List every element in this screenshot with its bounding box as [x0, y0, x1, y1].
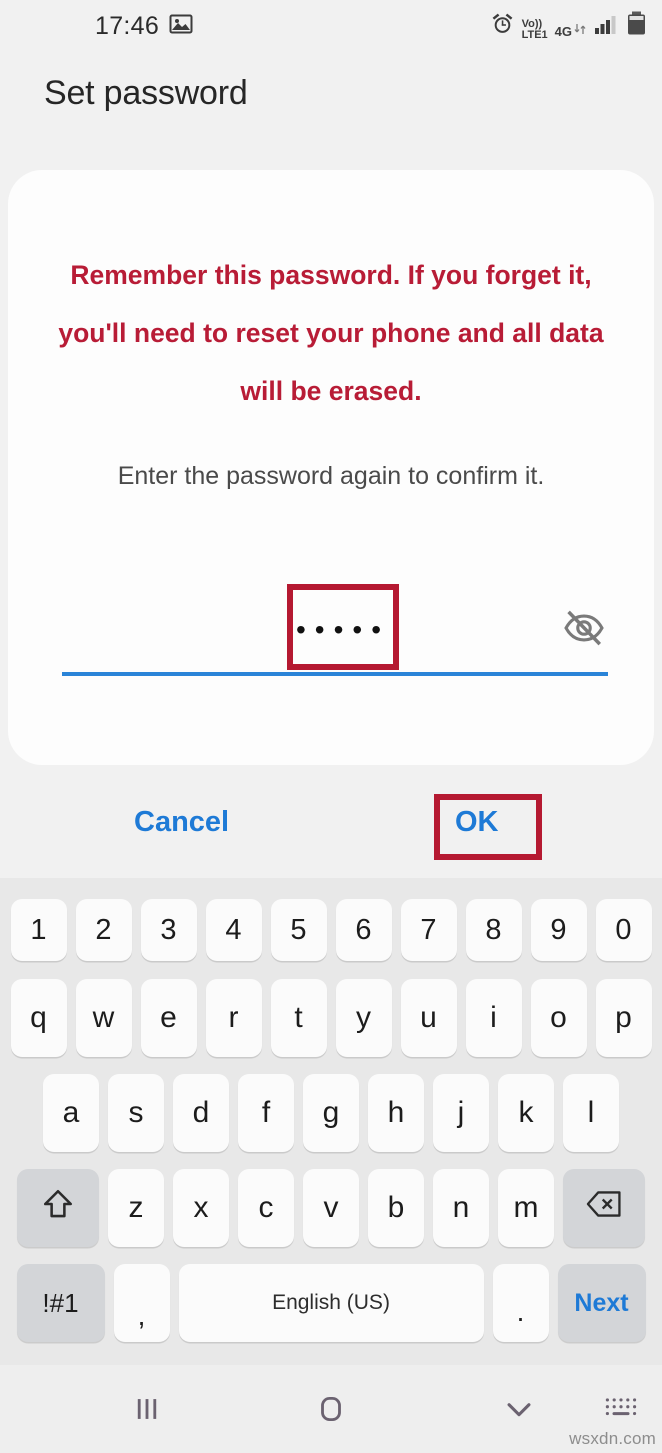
period-key[interactable]: . — [492, 1264, 549, 1342]
keyboard-row-numbers: 1 2 3 4 5 6 7 8 9 0 — [0, 896, 662, 964]
key-v[interactable]: v — [303, 1169, 359, 1247]
alarm-icon — [490, 11, 515, 41]
battery-icon — [627, 11, 646, 41]
key-5[interactable]: 5 — [270, 899, 327, 961]
key-r[interactable]: r — [205, 979, 262, 1057]
comma-key[interactable]: , — [113, 1264, 170, 1342]
4g-icon: 4G — [555, 22, 587, 41]
watermark: wsxdn.com — [569, 1429, 656, 1448]
volte-icon: Vo)) LTE1 — [521, 18, 548, 41]
keyboard-row-bottom: !#1 , English (US) . Next — [0, 1262, 662, 1344]
status-bar: 17:46 Vo)) LTE1 4G — [0, 0, 662, 52]
dialog-actions: Cancel OK — [0, 782, 662, 878]
key-1[interactable]: 1 — [10, 899, 67, 961]
key-s[interactable]: s — [108, 1074, 164, 1152]
home-icon[interactable] — [302, 1380, 360, 1438]
keyboard-row-q: q w e r t y u i o p — [0, 977, 662, 1059]
key-m[interactable]: m — [498, 1169, 554, 1247]
hide-keyboard-icon[interactable] — [490, 1380, 548, 1438]
backspace-icon — [586, 1189, 622, 1227]
key-h[interactable]: h — [368, 1074, 424, 1152]
next-key[interactable]: Next — [557, 1264, 646, 1342]
shift-arrow-icon — [41, 1187, 75, 1229]
password-underline — [62, 672, 608, 676]
password-input[interactable]: ••••• — [296, 616, 390, 644]
ok-button[interactable]: OK — [455, 806, 499, 839]
page-title: Set password — [44, 74, 248, 112]
keyboard-row-z: z x c v b n m — [0, 1167, 662, 1249]
key-k[interactable]: k — [498, 1074, 554, 1152]
status-clock: 17:46 — [95, 11, 160, 40]
key-d[interactable]: d — [173, 1074, 229, 1152]
key-o[interactable]: o — [530, 979, 587, 1057]
space-key[interactable]: English (US) — [178, 1264, 484, 1342]
key-l[interactable]: l — [563, 1074, 619, 1152]
key-y[interactable]: y — [335, 979, 392, 1057]
keyboard-row-a: a s d f g h j k l — [0, 1072, 662, 1154]
key-2[interactable]: 2 — [75, 899, 132, 961]
key-n[interactable]: n — [433, 1169, 489, 1247]
key-9[interactable]: 9 — [530, 899, 587, 961]
key-p[interactable]: p — [595, 979, 652, 1057]
system-navigation-bar: wsxdn.com — [0, 1365, 662, 1453]
key-g[interactable]: g — [303, 1074, 359, 1152]
key-t[interactable]: t — [270, 979, 327, 1057]
key-e[interactable]: e — [140, 979, 197, 1057]
key-c[interactable]: c — [238, 1169, 294, 1247]
key-7[interactable]: 7 — [400, 899, 457, 961]
key-f[interactable]: f — [238, 1074, 294, 1152]
key-w[interactable]: w — [75, 979, 132, 1057]
symbols-key[interactable]: !#1 — [16, 1264, 105, 1342]
key-i[interactable]: i — [465, 979, 522, 1057]
key-3[interactable]: 3 — [140, 899, 197, 961]
recent-apps-icon[interactable] — [118, 1380, 176, 1438]
backspace-key[interactable] — [563, 1169, 645, 1247]
on-screen-keyboard: 1 2 3 4 5 6 7 8 9 0 q w e r t y u i o p … — [0, 878, 662, 1365]
key-4[interactable]: 4 — [205, 899, 262, 961]
status-bar-left: 17:46 — [95, 12, 193, 41]
password-field[interactable]: ••••• — [62, 580, 608, 676]
key-a[interactable]: a — [43, 1074, 99, 1152]
cancel-button[interactable]: Cancel — [134, 806, 229, 839]
key-j[interactable]: j — [433, 1074, 489, 1152]
key-u[interactable]: u — [400, 979, 457, 1057]
signal-bars-icon — [594, 12, 620, 41]
status-bar-right: Vo)) LTE1 4G — [490, 11, 646, 41]
data-transfer-icon — [573, 22, 587, 41]
key-6[interactable]: 6 — [335, 899, 392, 961]
password-warning-text: Remember this password. If you forget it… — [58, 260, 604, 406]
shift-key[interactable] — [17, 1169, 99, 1247]
key-q[interactable]: q — [10, 979, 67, 1057]
key-x[interactable]: x — [173, 1169, 229, 1247]
confirm-instruction-text: Enter the password again to confirm it. — [117, 462, 545, 490]
eye-off-icon[interactable] — [562, 606, 606, 650]
key-b[interactable]: b — [368, 1169, 424, 1247]
key-8[interactable]: 8 — [465, 899, 522, 961]
set-password-dialog: Remember this password. If you forget it… — [8, 170, 654, 765]
image-icon — [169, 12, 193, 41]
phone-screen: 17:46 Vo)) LTE1 4G Set password Remember… — [0, 0, 662, 1453]
key-z[interactable]: z — [108, 1169, 164, 1247]
key-0[interactable]: 0 — [595, 899, 652, 961]
